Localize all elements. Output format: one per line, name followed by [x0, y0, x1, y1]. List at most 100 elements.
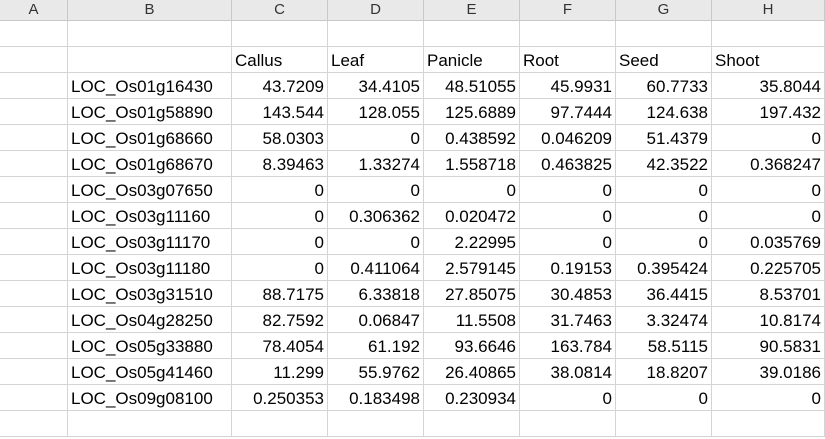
cell-e6[interactable]: 1.558718: [424, 151, 520, 177]
cell-d2[interactable]: Leaf: [328, 47, 424, 73]
column-header-c[interactable]: C: [232, 0, 328, 20]
cell-d10[interactable]: 0.411064: [328, 255, 424, 281]
cell-c15[interactable]: 0.250353: [232, 385, 328, 411]
cell-h9[interactable]: 0.035769: [712, 229, 825, 255]
cell-g1[interactable]: [616, 21, 712, 47]
cell-b8[interactable]: LOC_Os03g11160: [68, 203, 232, 229]
cell-c1[interactable]: [232, 21, 328, 47]
cell-d5[interactable]: 0: [328, 125, 424, 151]
cell-c11[interactable]: 88.7175: [232, 281, 328, 307]
cell-a8[interactable]: [0, 203, 68, 229]
cell-b15[interactable]: LOC_Os09g08100: [68, 385, 232, 411]
cell-g15[interactable]: 0: [616, 385, 712, 411]
cell-h11[interactable]: 8.53701: [712, 281, 825, 307]
cell-c10[interactable]: 0: [232, 255, 328, 281]
cell-f1[interactable]: [520, 21, 616, 47]
cell-h13[interactable]: 90.5831: [712, 333, 825, 359]
cell-a13[interactable]: [0, 333, 68, 359]
cell-f5[interactable]: 0.046209: [520, 125, 616, 151]
cell-b2[interactable]: [68, 47, 232, 73]
cell-a14[interactable]: [0, 359, 68, 385]
cell-f16[interactable]: [520, 411, 616, 437]
cell-a3[interactable]: [0, 73, 68, 99]
cell-b13[interactable]: LOC_Os05g33880: [68, 333, 232, 359]
cell-f11[interactable]: 30.4853: [520, 281, 616, 307]
cell-f8[interactable]: 0: [520, 203, 616, 229]
cell-g9[interactable]: 0: [616, 229, 712, 255]
cell-c13[interactable]: 78.4054: [232, 333, 328, 359]
cell-d4[interactable]: 128.055: [328, 99, 424, 125]
cell-a6[interactable]: [0, 151, 68, 177]
column-header-g[interactable]: G: [616, 0, 712, 20]
cell-e16[interactable]: [424, 411, 520, 437]
cell-e12[interactable]: 11.5508: [424, 307, 520, 333]
cell-e9[interactable]: 2.22995: [424, 229, 520, 255]
cell-h8[interactable]: 0: [712, 203, 825, 229]
cell-d14[interactable]: 55.9762: [328, 359, 424, 385]
cell-b6[interactable]: LOC_Os01g68670: [68, 151, 232, 177]
cell-h10[interactable]: 0.225705: [712, 255, 825, 281]
cell-c9[interactable]: 0: [232, 229, 328, 255]
cell-e5[interactable]: 0.438592: [424, 125, 520, 151]
cell-e14[interactable]: 26.40865: [424, 359, 520, 385]
cell-b14[interactable]: LOC_Os05g41460: [68, 359, 232, 385]
cell-e1[interactable]: [424, 21, 520, 47]
cell-e7[interactable]: 0: [424, 177, 520, 203]
cell-f3[interactable]: 45.9931: [520, 73, 616, 99]
cell-b3[interactable]: LOC_Os01g16430: [68, 73, 232, 99]
cell-d3[interactable]: 34.4105: [328, 73, 424, 99]
column-header-h[interactable]: H: [712, 0, 825, 20]
cell-d16[interactable]: [328, 411, 424, 437]
cell-h5[interactable]: 0: [712, 125, 825, 151]
cell-c7[interactable]: 0: [232, 177, 328, 203]
cell-a7[interactable]: [0, 177, 68, 203]
cell-f7[interactable]: 0: [520, 177, 616, 203]
cell-f4[interactable]: 97.7444: [520, 99, 616, 125]
cell-h1[interactable]: [712, 21, 825, 47]
cell-b12[interactable]: LOC_Os04g28250: [68, 307, 232, 333]
cell-c6[interactable]: 8.39463: [232, 151, 328, 177]
cell-a12[interactable]: [0, 307, 68, 333]
cell-g10[interactable]: 0.395424: [616, 255, 712, 281]
cell-d1[interactable]: [328, 21, 424, 47]
cell-g5[interactable]: 51.4379: [616, 125, 712, 151]
cell-f6[interactable]: 0.463825: [520, 151, 616, 177]
cell-f9[interactable]: 0: [520, 229, 616, 255]
cell-b10[interactable]: LOC_Os03g11180: [68, 255, 232, 281]
cell-h7[interactable]: 0: [712, 177, 825, 203]
cell-g3[interactable]: 60.7733: [616, 73, 712, 99]
cell-h4[interactable]: 197.432: [712, 99, 825, 125]
column-header-f[interactable]: F: [520, 0, 616, 20]
cell-e13[interactable]: 93.6646: [424, 333, 520, 359]
cell-d15[interactable]: 0.183498: [328, 385, 424, 411]
cell-a2[interactable]: [0, 47, 68, 73]
cell-h15[interactable]: 0: [712, 385, 825, 411]
cell-e8[interactable]: 0.020472: [424, 203, 520, 229]
cell-b9[interactable]: LOC_Os03g11170: [68, 229, 232, 255]
cell-c8[interactable]: 0: [232, 203, 328, 229]
cell-a11[interactable]: [0, 281, 68, 307]
cell-h12[interactable]: 10.8174: [712, 307, 825, 333]
cell-f2[interactable]: Root: [520, 47, 616, 73]
cell-b5[interactable]: LOC_Os01g68660: [68, 125, 232, 151]
column-header-b[interactable]: B: [68, 0, 232, 20]
cell-h14[interactable]: 39.0186: [712, 359, 825, 385]
cell-b11[interactable]: LOC_Os03g31510: [68, 281, 232, 307]
cell-g4[interactable]: 124.638: [616, 99, 712, 125]
cell-h2[interactable]: Shoot: [712, 47, 825, 73]
cell-b7[interactable]: LOC_Os03g07650: [68, 177, 232, 203]
cell-d6[interactable]: 1.33274: [328, 151, 424, 177]
cell-c16[interactable]: [232, 411, 328, 437]
cell-a5[interactable]: [0, 125, 68, 151]
cell-b4[interactable]: LOC_Os01g58890: [68, 99, 232, 125]
cell-d8[interactable]: 0.306362: [328, 203, 424, 229]
cell-d7[interactable]: 0: [328, 177, 424, 203]
cell-c4[interactable]: 143.544: [232, 99, 328, 125]
cell-g14[interactable]: 18.8207: [616, 359, 712, 385]
cell-g13[interactable]: 58.5115: [616, 333, 712, 359]
cell-a1[interactable]: [0, 21, 68, 47]
cell-g16[interactable]: [616, 411, 712, 437]
cell-g11[interactable]: 36.4415: [616, 281, 712, 307]
cell-d13[interactable]: 61.192: [328, 333, 424, 359]
cell-f13[interactable]: 163.784: [520, 333, 616, 359]
